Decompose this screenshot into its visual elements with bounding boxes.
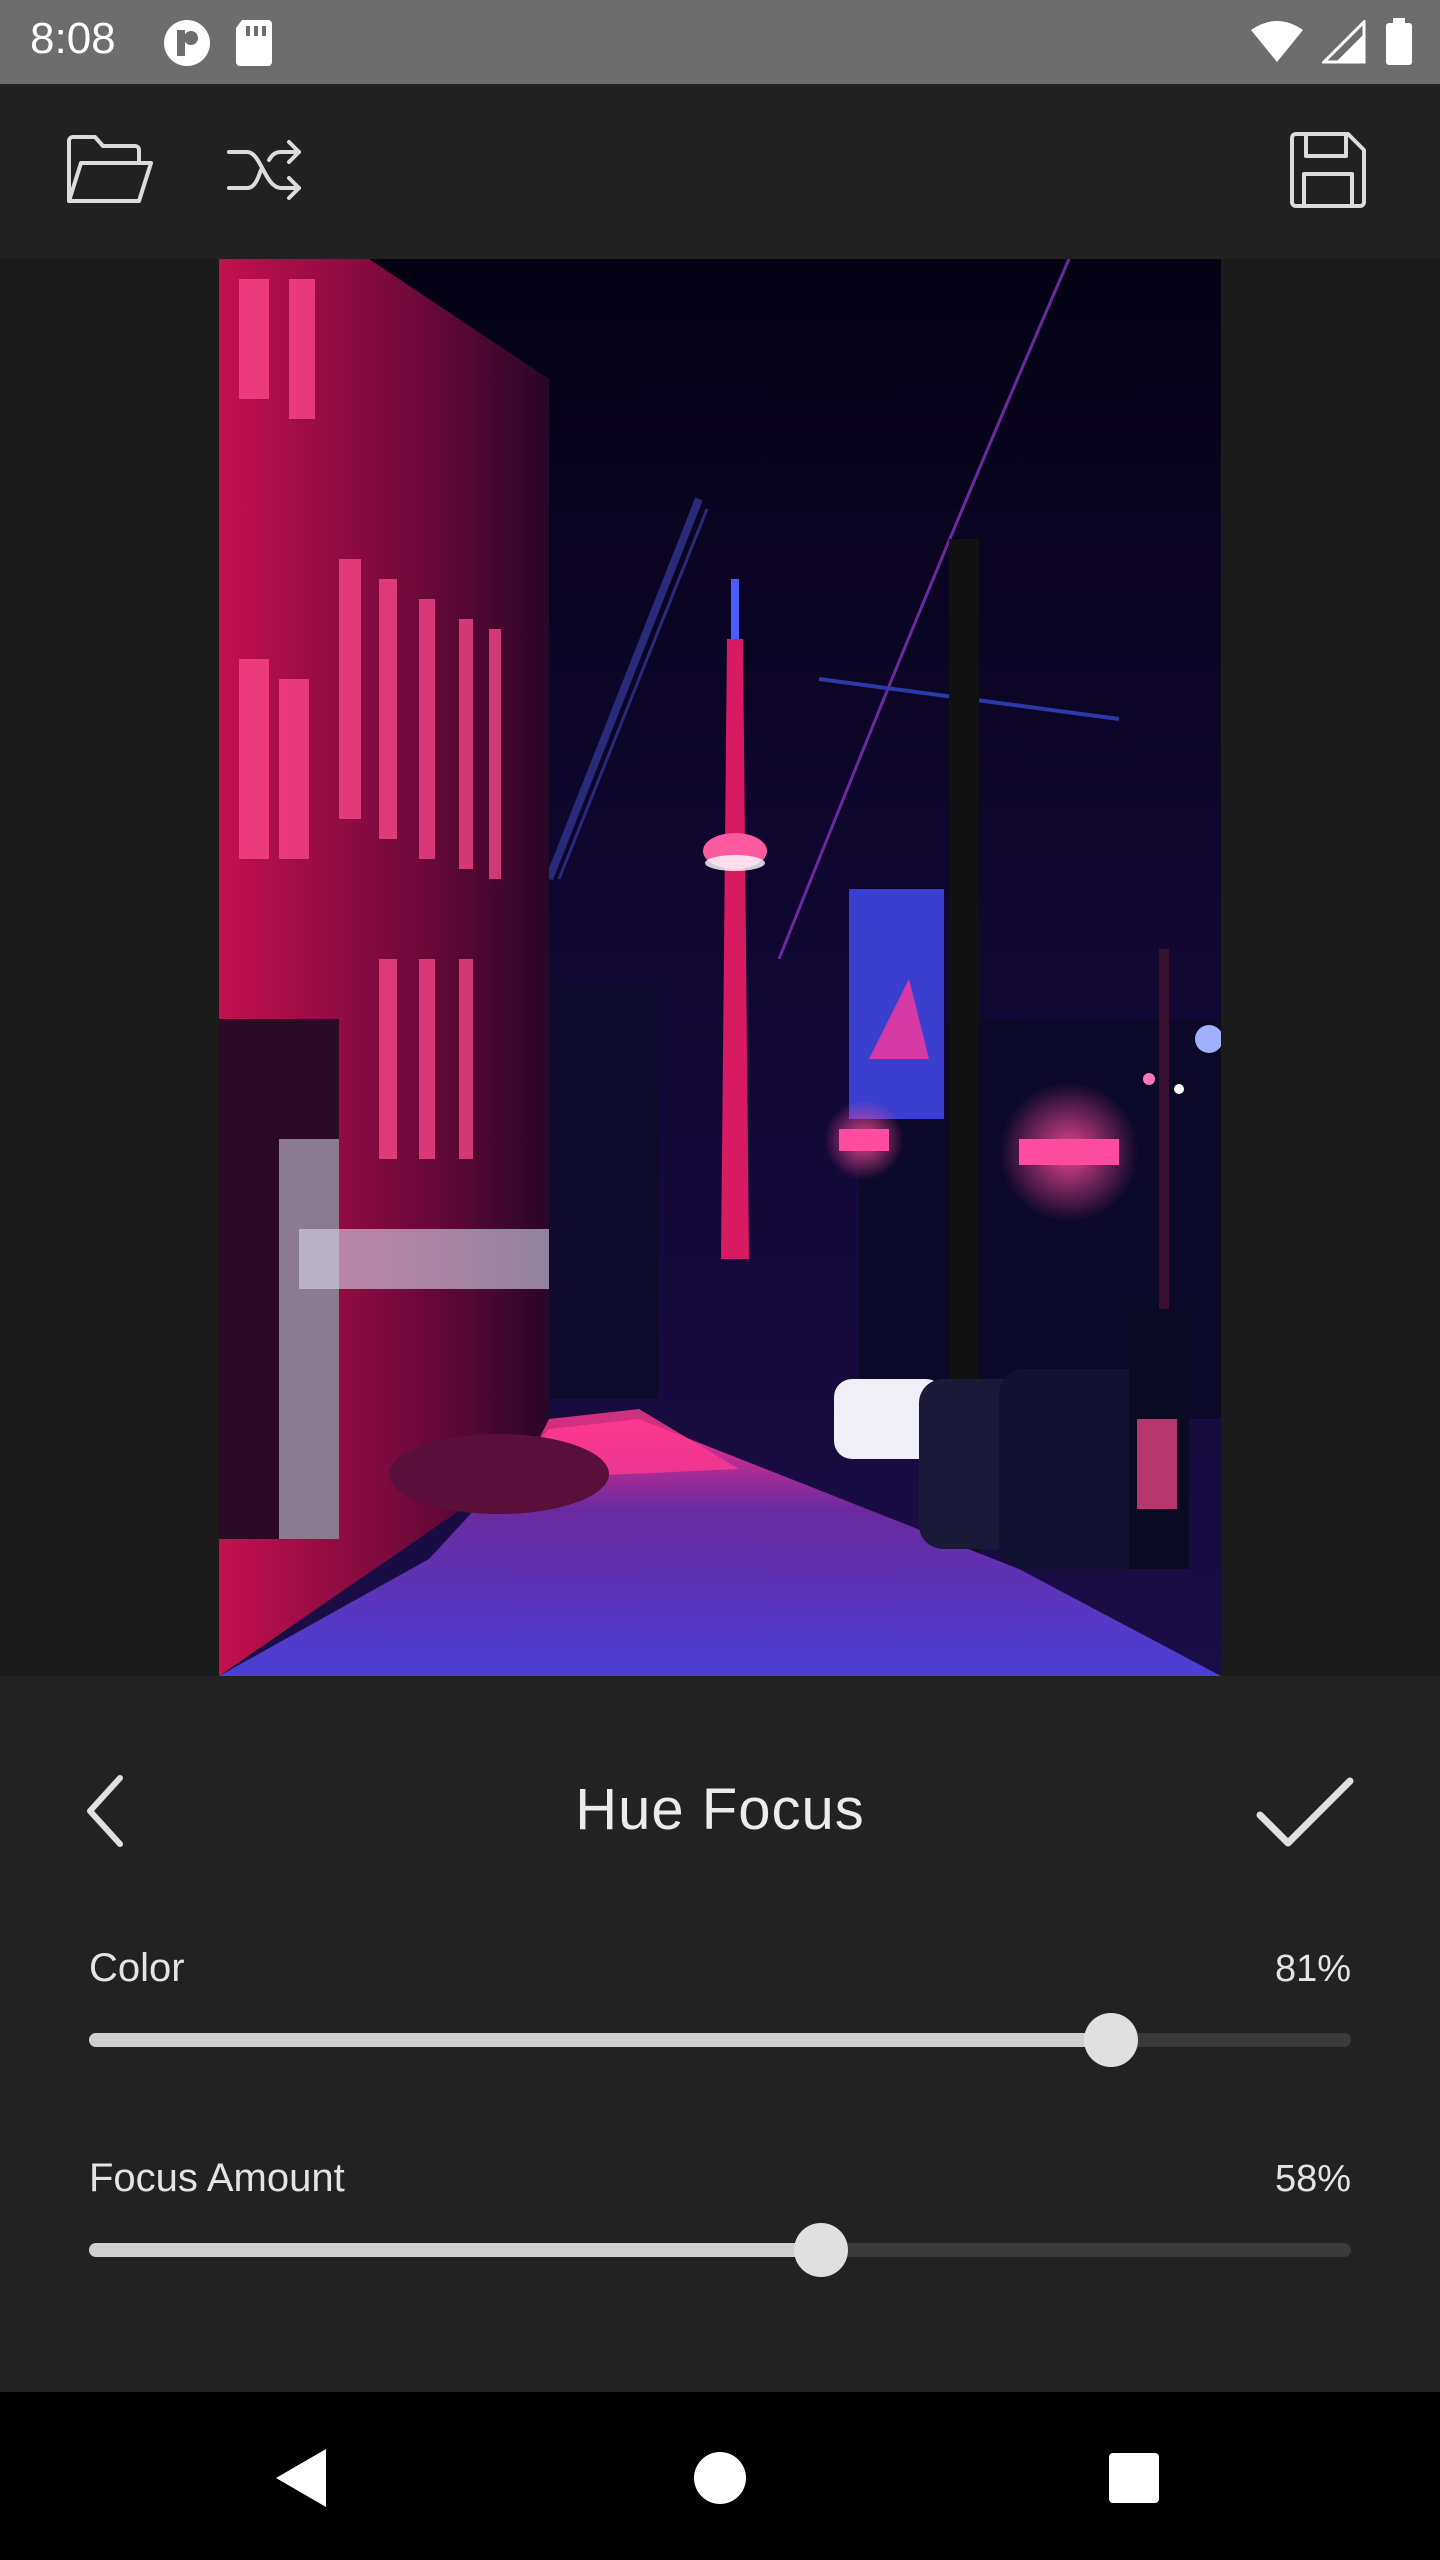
focus-amount-slider-value: 58% [1274,2158,1351,2200]
shuffle-button[interactable] [215,122,315,222]
focus-amount-slider-thumb[interactable] [793,2223,848,2277]
photo-canvas[interactable] [0,259,1440,1676]
battery-icon [1384,18,1414,71]
focus-amount-slider-fill [89,2243,821,2257]
shuffle-icon [225,136,305,209]
chevron-left-icon [70,1775,150,1860]
nav-recents-icon [1107,2451,1161,2510]
color-slider[interactable] [89,2013,1351,2067]
nav-back-icon [270,2445,330,2516]
color-slider-label: Color [89,1946,185,1990]
adjustment-panel: Hue Focus Color 81% Focus Amount 58% [0,1676,1440,2392]
color-slider-value: 81% [1274,1948,1351,1990]
save-icon [1288,130,1368,215]
color-slider-thumb[interactable] [1084,2013,1139,2067]
status-bar: 8:08 [0,0,1440,84]
checkmark-icon [1250,1777,1360,1860]
nav-recents-button[interactable] [1084,2430,1184,2530]
apply-button[interactable] [1250,1771,1360,1856]
top-toolbar [0,84,1440,259]
focus-amount-slider[interactable] [89,2223,1351,2277]
open-folder-button[interactable] [60,122,160,222]
focus-amount-slider-label: Focus Amount [89,2156,345,2200]
nav-back-button[interactable] [250,2430,350,2530]
status-time: 8:08 [30,14,116,63]
color-slider-fill [89,2033,1112,2047]
system-nav-bar [0,2392,1440,2560]
wifi-icon [1250,20,1304,69]
edited-photo [219,259,1221,1676]
app-notification-icon [162,18,212,73]
sd-card-icon [234,18,274,73]
panel-title: Hue Focus [575,1777,865,1842]
nav-home-icon [692,2450,748,2511]
folder-open-icon [65,133,155,212]
nav-home-button[interactable] [670,2430,770,2530]
cell-signal-icon [1320,18,1366,69]
save-button[interactable] [1278,122,1378,222]
